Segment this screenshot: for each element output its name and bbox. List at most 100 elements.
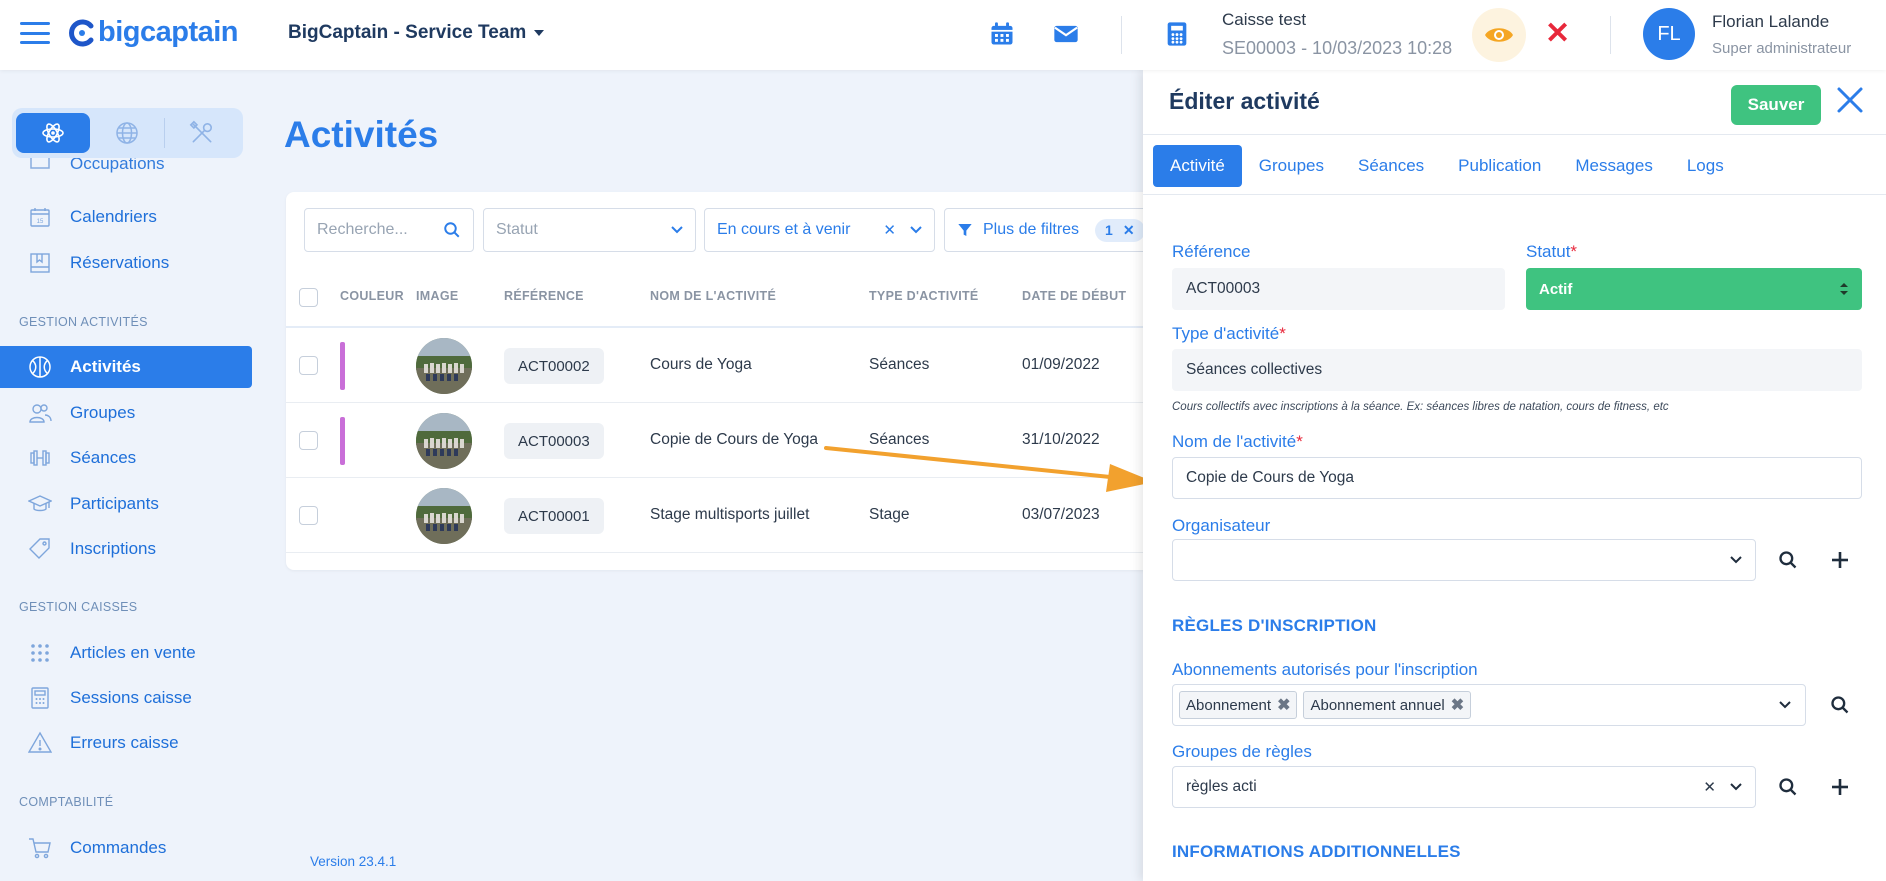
groupes-regles-add-button[interactable] (1818, 766, 1862, 808)
reference-badge: ACT00003 (504, 423, 604, 459)
atom-icon (42, 123, 64, 143)
sidebar-item-calendriers[interactable]: 15 Calendriers (0, 196, 252, 238)
user-role: Super administrateur (1712, 40, 1852, 57)
tab-messages[interactable]: Messages (1558, 145, 1669, 187)
edit-activity-panel: Éditer activité Sauver Activité Groupes … (1143, 70, 1886, 881)
clear-filters-icon[interactable]: ✕ (1123, 222, 1135, 239)
organisateur-add-button[interactable] (1818, 539, 1862, 581)
status-placeholder: Statut (496, 221, 538, 238)
sidebar-item-seances[interactable]: Séances (0, 437, 252, 479)
calculator-icon[interactable] (1163, 20, 1191, 48)
sidebar-item-sessions-caisse[interactable]: Sessions caisse (0, 677, 252, 719)
organisateur-search-button[interactable] (1766, 539, 1810, 581)
mode-settings-button[interactable] (165, 113, 239, 153)
sidebar-item-label: Participants (70, 494, 159, 513)
top-bar: bigcaptain BigCaptain - Service Team Cai… (0, 0, 1886, 70)
menu-icon[interactable] (20, 22, 50, 44)
table-row[interactable]: ACT00002 Cours de Yoga Séances 01/09/202… (286, 328, 1186, 403)
separator (1610, 16, 1611, 54)
tab-seances[interactable]: Séances (1341, 145, 1441, 187)
column-header[interactable]: DATE DE DÉBUT (1022, 289, 1126, 303)
abonnements-label: Abonnements autorisés pour l'inscription (1172, 660, 1478, 679)
divider (1143, 194, 1886, 195)
tab-logs[interactable]: Logs (1670, 145, 1741, 187)
calendar-icon[interactable] (988, 20, 1016, 48)
close-caisse-icon[interactable]: ✕ (1545, 19, 1570, 49)
chevron-down-icon (1779, 701, 1791, 709)
divider (1143, 134, 1886, 135)
globe-icon (116, 122, 138, 144)
groupes-regles-select[interactable]: règles acti ✕ (1172, 766, 1756, 808)
sidebar-item-label: Erreurs caisse (70, 733, 179, 752)
tag-label: Abonnement annuel (1310, 696, 1445, 714)
organisateur-select[interactable] (1172, 539, 1756, 581)
color-swatch (340, 417, 345, 465)
column-header[interactable]: NOM DE L'ACTIVITÉ (650, 289, 776, 303)
dumbbell-icon (30, 450, 50, 466)
tools-icon (189, 120, 213, 143)
select-all-checkbox[interactable] (299, 288, 318, 307)
abonnements-select[interactable]: Abonnement ✖ Abonnement annuel ✖ (1172, 684, 1806, 726)
caisse-info[interactable]: Caisse test SE00003 - 10/03/2023 10:28 (1222, 10, 1452, 59)
name-label-wrap: Nom de l'activité* (1172, 432, 1303, 452)
abonnements-search-button[interactable] (1818, 684, 1862, 726)
search-input[interactable]: Recherche... (304, 208, 474, 252)
activity-image (416, 413, 472, 469)
mode-web-button[interactable] (90, 113, 164, 153)
required-mark: * (1570, 242, 1578, 261)
mail-icon[interactable] (1052, 20, 1080, 48)
column-header[interactable]: COULEUR (340, 289, 404, 303)
color-swatch (340, 342, 345, 390)
tab-activite[interactable]: Activité (1153, 145, 1242, 187)
column-header[interactable]: IMAGE (416, 289, 458, 303)
sidebar-item-label: Activités (70, 357, 141, 376)
tab-publication[interactable]: Publication (1441, 145, 1558, 187)
groupes-regles-search-button[interactable] (1766, 766, 1810, 808)
tag-label: Abonnement (1186, 696, 1272, 714)
column-header[interactable]: RÉFÉRENCE (504, 289, 584, 303)
user-info[interactable]: Florian Lalande Super administrateur (1712, 12, 1851, 57)
statut-select[interactable]: Actif (1526, 268, 1862, 310)
sidebar-item-groupes[interactable]: Groupes (0, 392, 252, 434)
eye-icon (1485, 28, 1513, 42)
groupes-regles-label: Groupes de règles (1172, 742, 1312, 761)
type-hint: Cours collectifs avec inscriptions à la … (1172, 401, 1669, 413)
sidebar-item-participants[interactable]: Participants (0, 483, 252, 525)
close-icon[interactable] (1834, 84, 1866, 116)
team-selector[interactable]: BigCaptain - Service Team (288, 22, 545, 44)
view-caisse-button[interactable] (1472, 8, 1526, 62)
plus-icon (1832, 552, 1848, 568)
sidebar-item-reservations[interactable]: Réservations (0, 242, 252, 284)
remove-tag-icon[interactable]: ✖ (1277, 695, 1290, 715)
sidebar-item-erreurs-caisse[interactable]: Erreurs caisse (0, 722, 252, 764)
save-button[interactable]: Sauver (1731, 85, 1821, 125)
row-checkbox[interactable] (299, 356, 318, 375)
column-header[interactable]: TYPE D'ACTIVITÉ (869, 289, 979, 303)
search-icon (1779, 778, 1797, 796)
tab-groupes[interactable]: Groupes (1242, 145, 1341, 187)
period-filter[interactable]: En cours et à venir ✕ (704, 208, 935, 252)
sidebar-item-commandes[interactable]: Commandes (0, 827, 252, 869)
clear-icon[interactable]: ✕ (883, 221, 896, 239)
logo[interactable]: bigcaptain (68, 16, 239, 49)
remove-tag-icon[interactable]: ✖ (1451, 695, 1464, 715)
plus-icon (1832, 779, 1848, 795)
activity-name-input[interactable]: Copie de Cours de Yoga (1172, 457, 1862, 499)
sidebar-item-articles[interactable]: Articles en vente (0, 632, 252, 674)
sidebar-item-activites[interactable]: Activités (0, 346, 252, 388)
avatar[interactable]: FL (1643, 8, 1695, 60)
chevron-down-icon (1730, 556, 1742, 564)
chevron-down-icon (671, 226, 683, 234)
mode-activities-button[interactable] (16, 113, 91, 153)
panel-tabs: Activité Groupes Séances Publication Mes… (1153, 145, 1741, 187)
row-checkbox[interactable] (299, 506, 318, 525)
clear-icon[interactable]: ✕ (1703, 778, 1716, 796)
row-checkbox[interactable] (299, 431, 318, 450)
status-filter[interactable]: Statut (483, 208, 696, 252)
panel-title: Éditer activité (1169, 88, 1320, 114)
logo-mark-icon (69, 19, 94, 46)
statut-label-wrap: Statut* (1526, 242, 1577, 262)
cart-icon (29, 838, 51, 859)
sidebar-item-inscriptions[interactable]: Inscriptions (0, 528, 252, 570)
required-mark: * (1296, 432, 1303, 451)
